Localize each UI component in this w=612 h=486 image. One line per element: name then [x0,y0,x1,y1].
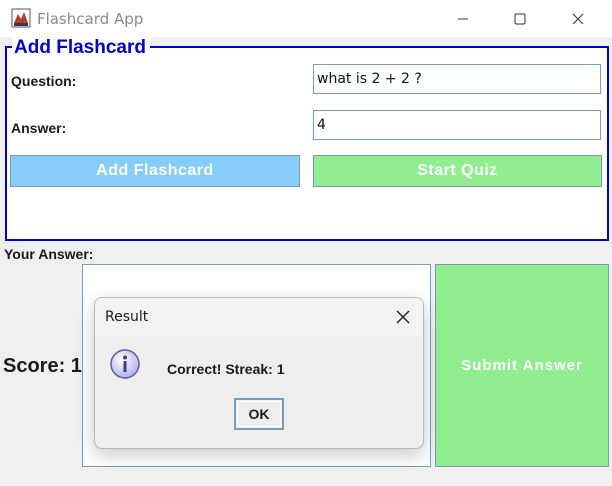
question-field[interactable]: what is 2 + 2 ? [313,64,601,94]
info-icon [110,349,140,379]
score-label: Score: 1 [3,355,82,377]
dialog-title: Result [105,309,149,325]
answer-field[interactable]: 4 [313,110,601,140]
answer-label: Answer: [11,120,67,136]
dialog-message: Correct! Streak: 1 [167,361,285,377]
window-titlebar: Flashcard App [0,0,612,37]
start-quiz-button[interactable]: Start Quiz [313,155,602,187]
add-flashcard-button[interactable]: Add Flashcard [10,155,300,187]
ok-button[interactable]: OK [234,398,284,430]
window-title: Flashcard App [37,10,144,28]
app-icon [11,8,31,28]
minimize-icon [458,18,468,19]
maximize-icon [514,13,526,24]
close-icon [572,13,584,24]
add-flashcard-legend: Add Flashcard [12,37,150,59]
close-icon [396,310,410,324]
maximize-button[interactable] [497,0,543,37]
question-label: Question: [11,73,77,89]
your-answer-label: Your Answer: [4,246,94,262]
submit-answer-button[interactable]: Submit Answer [435,264,609,467]
minimize-button[interactable] [440,0,486,37]
dialog-close-button[interactable] [393,307,413,327]
result-dialog: Result Correct! Streak: 1 OK [94,297,424,449]
close-button[interactable] [555,0,601,37]
